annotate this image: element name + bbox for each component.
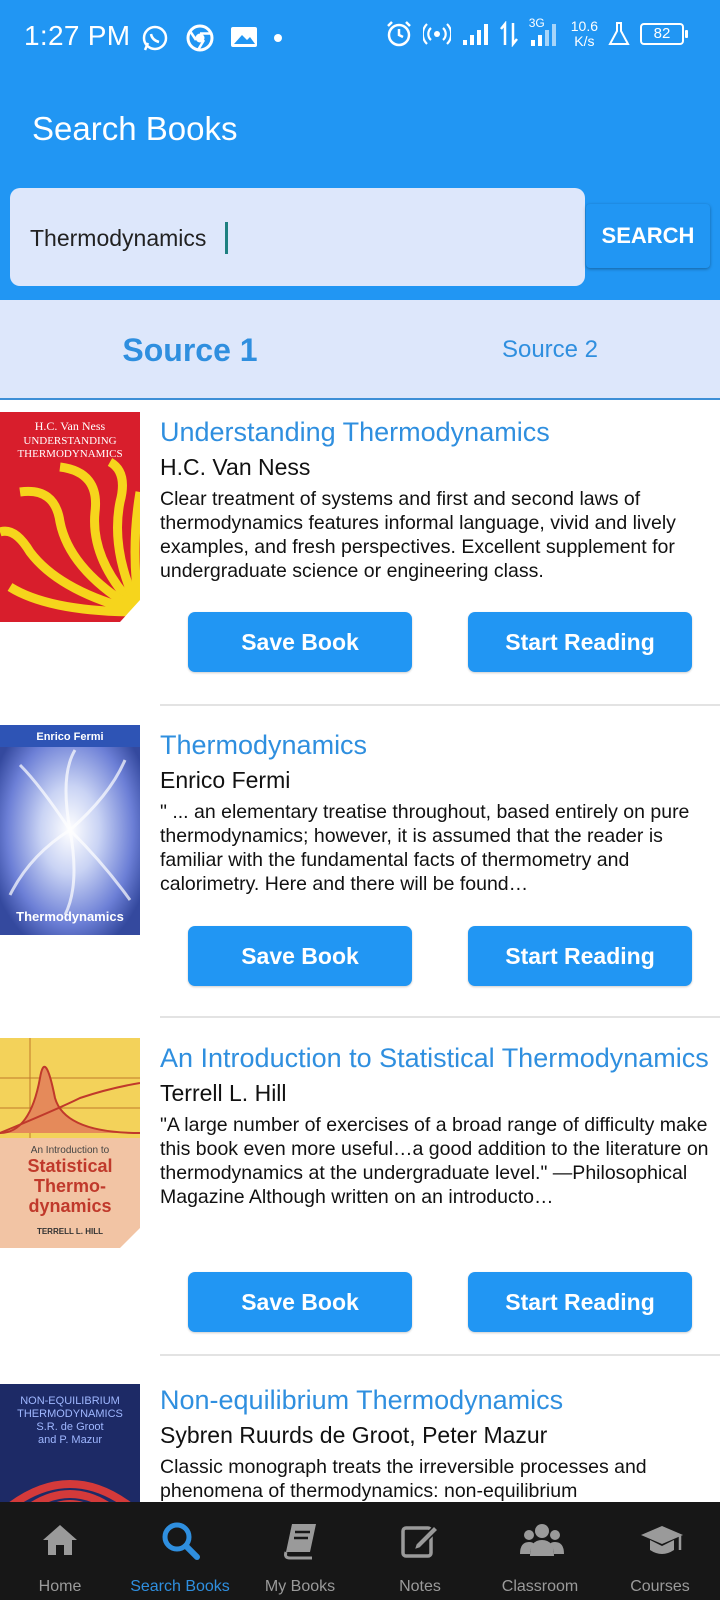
signal-icon <box>461 18 489 50</box>
search-bar: SEARCH <box>0 180 720 300</box>
cover-author-text: TERRELL L. HILL <box>37 1227 103 1236</box>
book-info: Thermodynamics Enrico Fermi " ... an ele… <box>160 729 720 896</box>
source-tabs: Source 1 Source 2 <box>0 300 720 400</box>
book-list[interactable]: H.C. Van Ness UNDERSTANDING THERMODYNAMI… <box>0 402 720 1502</box>
book-cover[interactable]: H.C. Van Ness UNDERSTANDING THERMODYNAMI… <box>0 412 140 622</box>
nav-label: Home <box>38 1578 82 1595</box>
book-cover[interactable]: NON-EQUILIBRIUM THERMODYNAMICS S.R. de G… <box>0 1384 140 1502</box>
book-title[interactable]: Understanding Thermodynamics <box>160 416 720 449</box>
cover-title-text: Thermodynamics <box>16 909 124 924</box>
save-book-button[interactable]: Save Book <box>188 926 412 986</box>
cover-author-text: Enrico Fermi <box>36 731 103 743</box>
cover-author-line-2: and P. Mazur <box>38 1434 102 1446</box>
image-icon <box>230 22 258 54</box>
speed-unit: K/s <box>574 33 595 49</box>
graduation-cap-icon <box>641 1526 683 1554</box>
edit-icon <box>401 1524 440 1558</box>
app-header: Search Books <box>0 72 720 180</box>
status-bar: 1:27 PM 3G 10.6 K/s 82 <box>0 0 720 72</box>
flask-icon <box>608 18 630 50</box>
tab-source-2[interactable]: Source 2 <box>360 300 720 400</box>
book-title[interactable]: Thermodynamics <box>160 729 720 762</box>
cover-title-line-2: Thermo- <box>34 1176 106 1196</box>
cover-subtitle-text: An Introduction to <box>31 1145 110 1156</box>
data-transfer-icon <box>499 18 519 50</box>
book-icon <box>284 1524 316 1560</box>
cover-title-line-1: UNDERSTANDING <box>23 435 116 447</box>
nav-label: Notes <box>399 1578 441 1595</box>
cover-title-line-2: THERMODYNAMICS <box>17 448 122 460</box>
save-book-button[interactable]: Save Book <box>188 1272 412 1332</box>
cover-title-line-2: THERMODYNAMICS <box>17 1408 123 1420</box>
nav-item-search-books[interactable]: Search Books <box>120 1502 240 1600</box>
search-icon <box>162 1522 200 1560</box>
network-type: 3G <box>528 16 545 30</box>
nav-label: Courses <box>630 1578 690 1595</box>
cover-title-line-1: Statistical <box>27 1156 112 1176</box>
network-speed: 10.6 K/s <box>571 19 598 49</box>
book-description: Clear treatment of systems and first and… <box>160 488 676 582</box>
book-cover[interactable]: Enrico Fermi Thermodynamics <box>0 725 140 935</box>
cover-title-line-3: dynamics <box>28 1196 111 1216</box>
nav-label: Classroom <box>501 1578 579 1595</box>
nav-item-my-books[interactable]: My Books <box>240 1502 360 1600</box>
book-cover[interactable]: An Introduction to Statistical Thermo- d… <box>0 1038 140 1248</box>
chrome-icon <box>186 22 214 54</box>
book-author: Terrell L. Hill <box>160 1080 287 1106</box>
home-icon <box>43 1525 77 1555</box>
status-time: 1:27 PM <box>24 20 131 51</box>
tab-source-1[interactable]: Source 1 <box>0 300 380 400</box>
book-item: Enrico Fermi Thermodynamics Thermodynami… <box>0 725 720 1018</box>
nav-item-courses[interactable]: Courses <box>600 1502 720 1600</box>
cover-title-line-1: NON-EQUILIBRIUM <box>20 1395 120 1407</box>
alarm-icon <box>385 18 413 50</box>
save-book-button[interactable]: Save Book <box>188 612 412 672</box>
nav-label: Search Books <box>130 1578 230 1595</box>
book-title[interactable]: Non-equilibrium Thermodynamics <box>160 1384 720 1417</box>
bottom-navigation: Home Search Books My Books Notes Classro… <box>0 1502 720 1600</box>
signal-3g-icon: 3G <box>528 16 561 50</box>
book-info: Non-equilibrium Thermodynamics Sybren Ru… <box>160 1384 720 1502</box>
divider <box>160 704 720 706</box>
speed-value: 10.6 <box>570 18 598 34</box>
cover-author-text: H.C. Van Ness <box>35 419 106 433</box>
nav-item-home[interactable]: Home <box>0 1502 120 1600</box>
book-author: H.C. Van Ness <box>160 454 311 480</box>
text-cursor <box>225 222 228 254</box>
book-item: H.C. Van Ness UNDERSTANDING THERMODYNAMI… <box>0 412 720 706</box>
search-button[interactable]: SEARCH <box>586 204 710 268</box>
nav-label: My Books <box>264 1578 336 1595</box>
book-description: Classic monograph treats the irreversibl… <box>160 1456 647 1502</box>
book-author: Enrico Fermi <box>160 767 291 793</box>
book-description: " ... an elementary treatise throughout,… <box>160 801 690 895</box>
divider <box>160 1016 720 1018</box>
app-screen: 1:27 PM 3G 10.6 K/s 82 Search Books Ther… <box>0 0 720 1600</box>
battery-indicator: 82 <box>640 23 688 45</box>
start-reading-button[interactable]: Start Reading <box>468 1272 692 1332</box>
book-author: Sybren Ruurds de Groot, Peter Mazur <box>160 1422 548 1448</box>
page-title: Search Books <box>32 110 238 147</box>
start-reading-button[interactable]: Start Reading <box>468 926 692 986</box>
nav-item-notes[interactable]: Notes <box>360 1502 480 1600</box>
book-info: Understanding Thermodynamics H.C. Van Ne… <box>160 416 720 583</box>
divider <box>160 1354 720 1356</box>
book-item: An Introduction to Statistical Thermo- d… <box>0 1038 720 1358</box>
nav-item-classroom[interactable]: Classroom <box>480 1502 600 1600</box>
whatsapp-icon <box>140 22 170 54</box>
search-input[interactable] <box>30 218 570 258</box>
cover-author-line-1: S.R. de Groot <box>36 1421 103 1433</box>
book-title[interactable]: An Introduction to Statistical Thermodyn… <box>160 1042 720 1075</box>
notification-dot-icon <box>274 22 282 54</box>
search-field-container[interactable] <box>10 188 585 286</box>
book-description: "A large number of exercises of a broad … <box>160 1114 709 1208</box>
book-item: NON-EQUILIBRIUM THERMODYNAMICS S.R. de G… <box>0 1384 720 1502</box>
book-info: An Introduction to Statistical Thermodyn… <box>160 1042 720 1209</box>
hotspot-icon <box>422 18 451 50</box>
users-icon <box>520 1524 564 1556</box>
start-reading-button[interactable]: Start Reading <box>468 612 692 672</box>
